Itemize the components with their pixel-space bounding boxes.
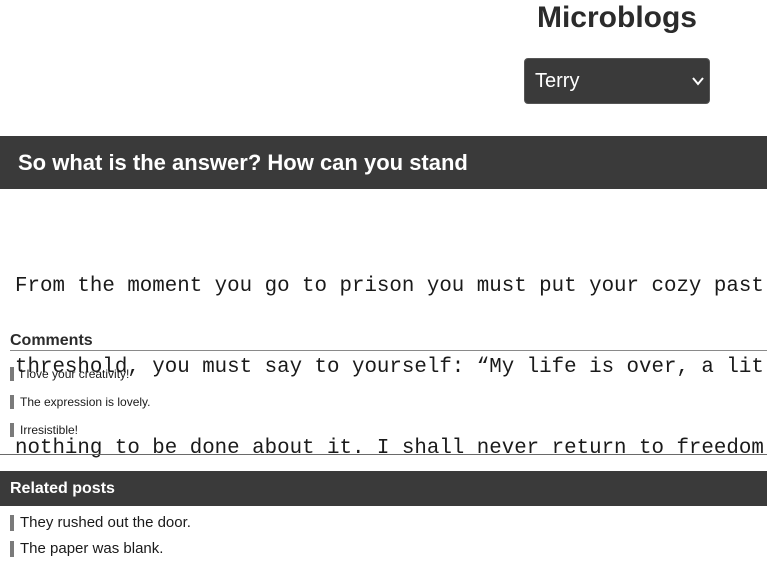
post-title-bar: So what is the answer? How can you stand [0, 136, 767, 189]
comments-heading: Comments [10, 332, 93, 349]
comment-list: I love your creativity! The expression i… [10, 366, 151, 450]
related-posts-heading: Related posts [10, 480, 115, 497]
related-accent-bar [10, 541, 14, 557]
comment-accent-bar [10, 367, 14, 381]
related-posts-list: They rushed out the door. The paper was … [10, 514, 191, 561]
related-post-title: The paper was blank. [20, 540, 164, 557]
section-divider [0, 454, 767, 455]
comment-accent-bar [10, 395, 14, 409]
related-posts-bar: Related posts [0, 471, 767, 506]
related-post-link[interactable]: They rushed out the door. [10, 514, 191, 532]
comment-item: Irresistible! [10, 422, 151, 438]
related-post-link[interactable]: The paper was blank. [10, 540, 191, 558]
page: Microblogs Terry So what is the answer? … [0, 0, 767, 561]
comment-text: Irresistible! [20, 423, 79, 437]
post-body-line: From the moment you go to prison you mus… [15, 275, 764, 298]
comment-item: The expression is lovely. [10, 394, 151, 410]
comment-text: The expression is lovely. [20, 395, 151, 409]
related-accent-bar [10, 515, 14, 531]
comment-item: I love your creativity! [10, 366, 151, 382]
user-select[interactable]: Terry [524, 58, 710, 104]
comments-divider [10, 350, 767, 351]
comment-accent-bar [10, 423, 14, 437]
post-title: So what is the answer? How can you stand [18, 150, 468, 175]
related-post-title: They rushed out the door. [20, 514, 191, 531]
comment-text: I love your creativity! [20, 367, 130, 381]
site-title: Microblogs [536, 1, 697, 34]
